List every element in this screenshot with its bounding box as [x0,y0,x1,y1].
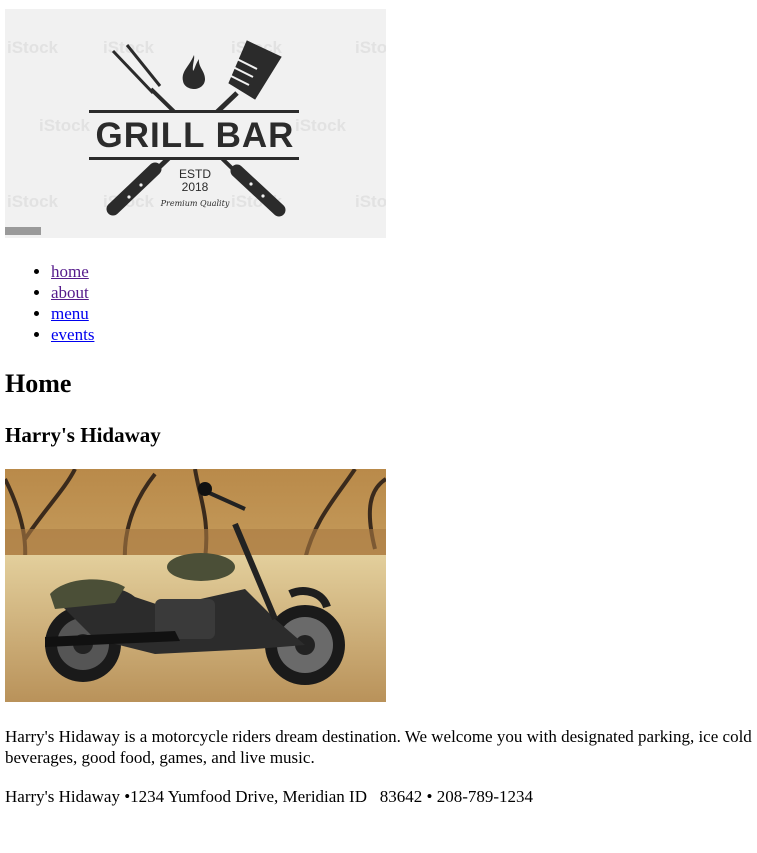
nav-link-menu[interactable]: menu [51,304,89,323]
nav-link-about[interactable]: about [51,283,89,302]
watermark-text: iStock [355,192,386,211]
logo-rule [89,110,299,113]
page-subtitle: Harry's Hidaway [5,423,161,447]
watermark-text: iStock [39,116,91,135]
motorcycle-image [5,469,386,702]
nav-item-events: events [51,324,94,345]
grill-bar-logo: iStock iStock iStock iStock iStock iStoc… [5,9,386,238]
logo-rule [89,157,299,160]
nav-list: home about menu events [5,261,94,345]
nav-item-about: about [51,282,94,303]
address-text: Harry's Hidaway •1234 Yumfood Drive, Mer… [5,787,534,806]
logo-title: GRILL BAR [96,116,295,155]
stock-credit-bar [5,227,41,235]
nav-item-menu: menu [51,303,94,324]
watermark-text: iStock [355,38,386,57]
motorcycle-photo [5,469,386,702]
nav-link-home[interactable]: home [51,262,89,281]
watermark-text: iStock [295,116,347,135]
logo-tagline: Premium Quality [160,199,230,208]
watermark-text: iStock [7,38,59,57]
description-text: Harry's Hidaway is a motorcycle riders d… [5,727,752,767]
nav-link-events[interactable]: events [51,325,94,344]
watermark-text: iStock [7,192,59,211]
page-title: Home [5,369,72,398]
logo-year: 2018 [182,180,209,194]
nav-item-home: home [51,261,94,282]
logo-graphic: iStock iStock iStock iStock iStock iStoc… [5,38,386,235]
logo-estd: ESTD [179,167,211,181]
flame-icon [182,55,205,89]
